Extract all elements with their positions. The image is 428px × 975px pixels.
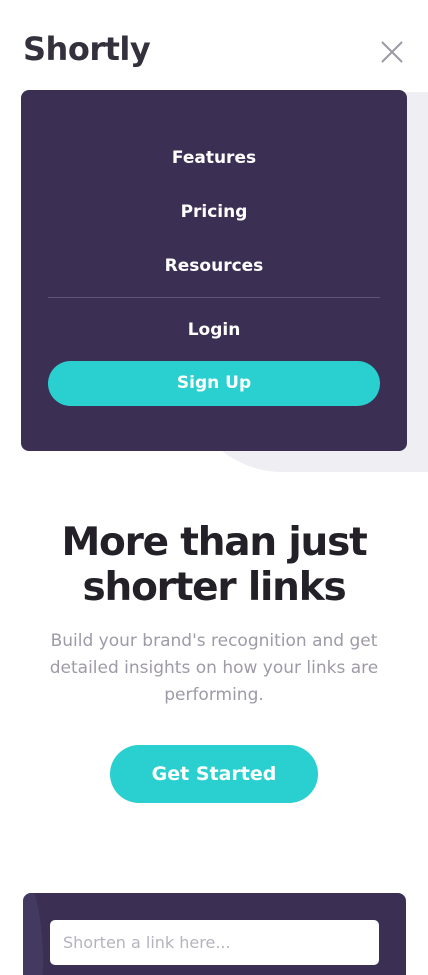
hero-description: Build your brand's recognition and get d… xyxy=(49,631,379,705)
menu-item-resources[interactable]: Resources xyxy=(21,254,407,278)
menu-item-features[interactable]: Features xyxy=(21,146,407,170)
menu-divider xyxy=(48,297,380,298)
logo[interactable]: Shortly xyxy=(23,27,151,71)
hero-title: More than just shorter links xyxy=(0,520,428,610)
get-started-button[interactable]: Get Started xyxy=(110,745,318,803)
login-link[interactable]: Login xyxy=(21,318,407,342)
mobile-menu: Features Pricing Resources Login Sign Up xyxy=(21,90,407,451)
close-menu-button[interactable] xyxy=(378,38,406,66)
shorten-form xyxy=(23,893,406,975)
close-icon xyxy=(381,41,403,63)
menu-item-pricing[interactable]: Pricing xyxy=(21,200,407,224)
hero-title-line-2: shorter links xyxy=(82,565,347,610)
page: Shortly Features Pricing Resources Login… xyxy=(0,0,428,975)
signup-button[interactable]: Sign Up xyxy=(48,361,380,406)
hero-title-line-1: More than just xyxy=(61,520,367,565)
shorten-link-input[interactable] xyxy=(50,920,379,965)
